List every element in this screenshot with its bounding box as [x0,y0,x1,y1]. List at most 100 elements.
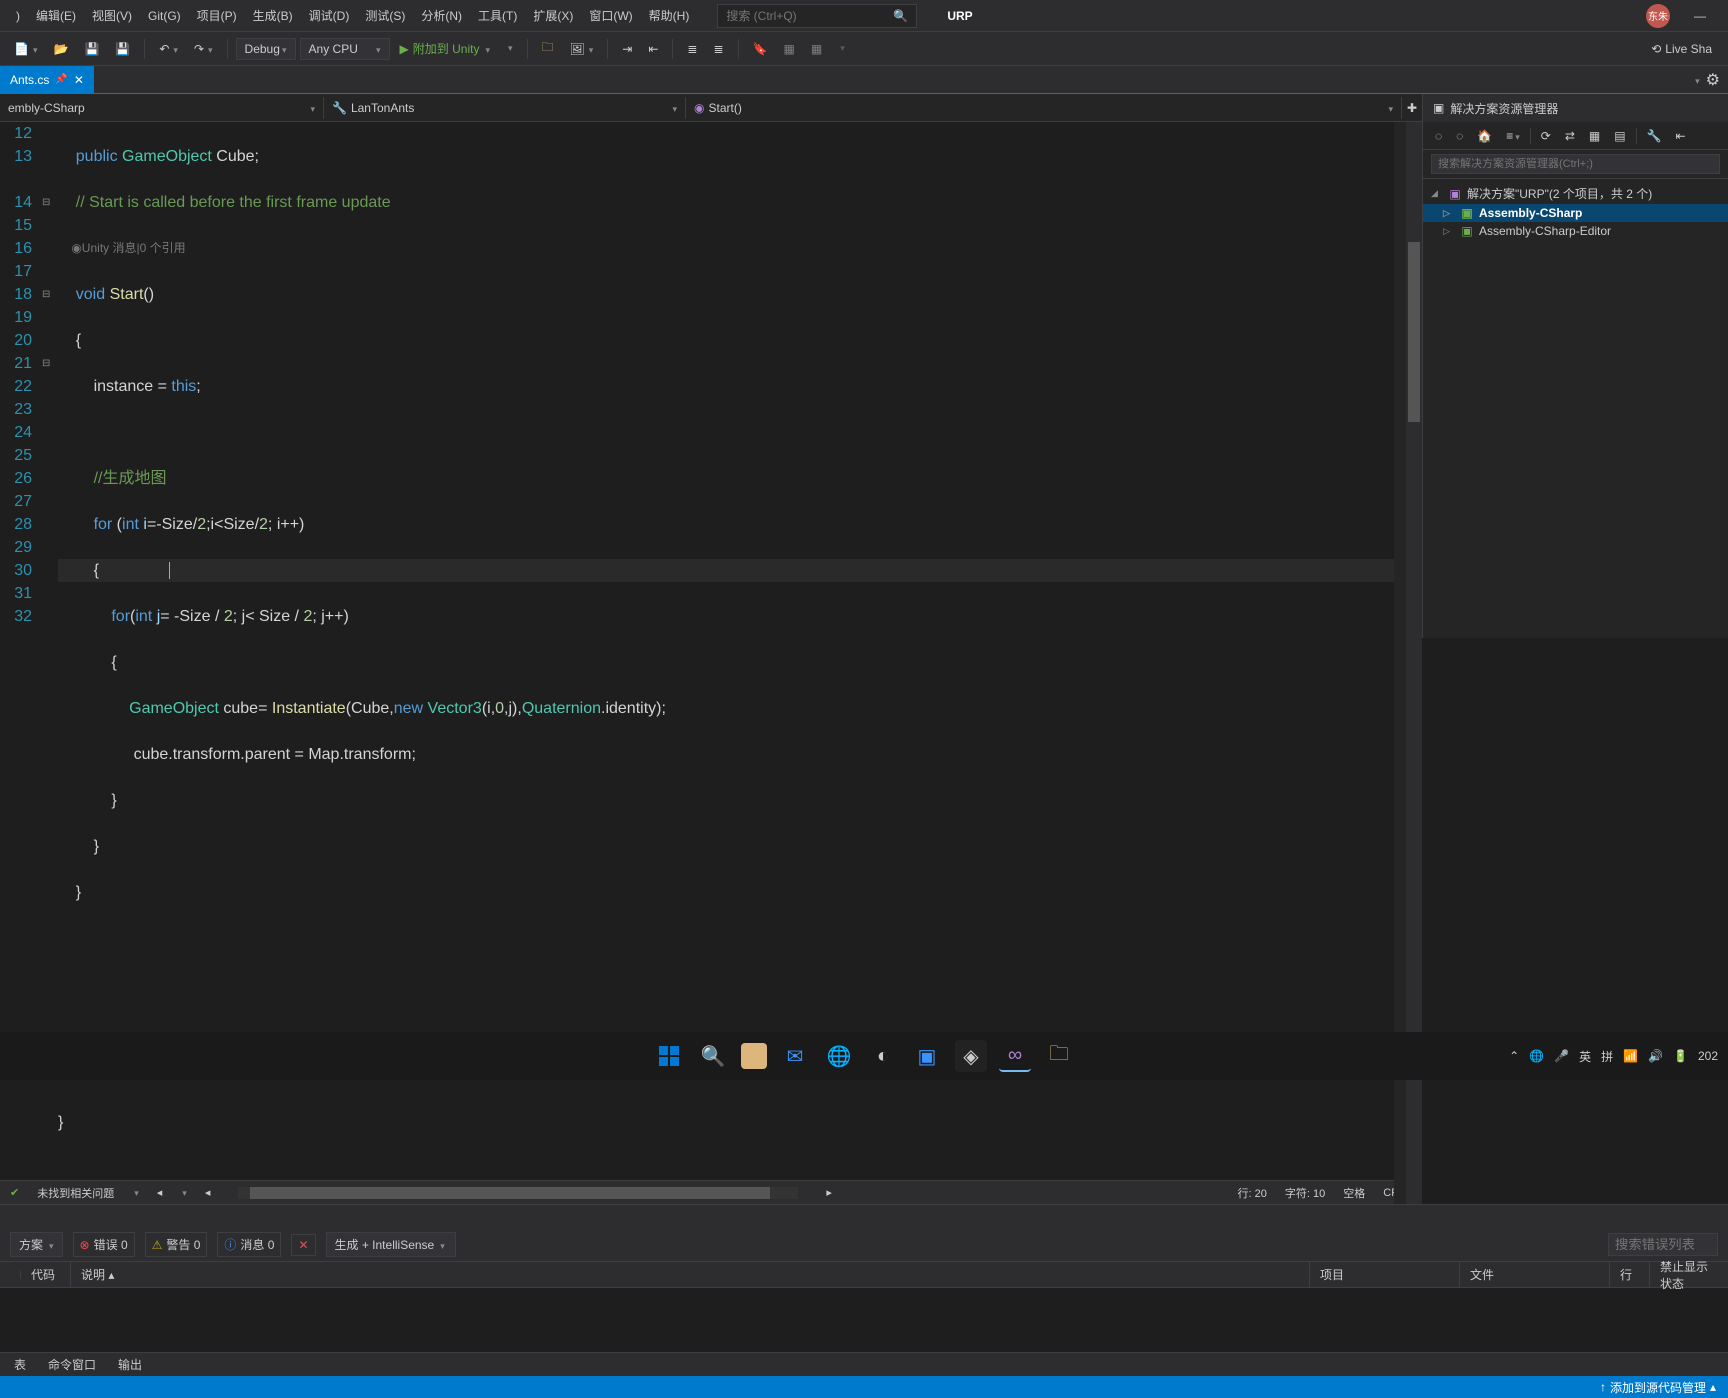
taskbar-explorer[interactable]: 🗀 [1043,1040,1075,1072]
back-button[interactable]: ◌ [1431,127,1446,145]
menu-test[interactable]: 测试(S) [357,3,413,28]
taskbar-visual-studio[interactable]: ∞ [999,1040,1031,1072]
menu-partial[interactable]: ) [8,5,28,27]
tray-volume-icon[interactable]: 🔊 [1648,1049,1663,1063]
window-minimize-button[interactable]: — [1680,0,1720,32]
collapse-button[interactable]: ⇤ [1672,127,1690,145]
folder-button[interactable]: 🗀 [536,34,560,63]
refresh-button[interactable]: ⟳ [1537,127,1555,145]
class-dropdown[interactable]: 🔧LanTonAnts [324,97,686,119]
project-item[interactable]: ▷▣ Assembly-CSharp [1423,204,1728,222]
tray-wifi-icon[interactable]: 📶 [1623,1049,1638,1063]
step-button-2[interactable]: ⇤ [642,38,664,60]
properties-button[interactable]: ▤ [1610,127,1629,145]
global-search[interactable]: 🔍 [717,4,917,28]
pin-icon[interactable]: 📌 [55,74,67,85]
file-tab[interactable]: Ants.cs 📌 ✕ [0,66,94,93]
sync-button[interactable]: ⇄ [1561,127,1579,145]
search-button[interactable]: 🔍 [697,1040,729,1072]
menu-analyze[interactable]: 分析(N) [413,3,470,28]
error-list-resize-handle[interactable] [0,1204,1728,1228]
col-line[interactable]: 行 [1610,1262,1650,1287]
col-suppress[interactable]: 禁止显示状态 [1650,1254,1728,1296]
menu-build[interactable]: 生成(B) [245,3,301,28]
taskbar-app-2[interactable]: ▣ [911,1040,943,1072]
show-all-button[interactable]: ▦ [1585,127,1604,145]
menu-project[interactable]: 项目(P) [189,3,245,28]
tab-settings-button[interactable]: ⚙ [1706,70,1720,90]
assembly-dropdown[interactable]: embly-CSharp [0,97,324,119]
scroll-left[interactable]: ◂ [205,1186,211,1199]
code-content[interactable]: public GameObject Cube; // Start is call… [58,122,1422,1180]
live-share-button[interactable]: ⟲ Live Sha [1643,38,1720,60]
scroll-right[interactable]: ▸ [826,1186,832,1199]
col-project[interactable]: 项目 [1310,1262,1460,1287]
warning-filter[interactable]: ⚠警告 0 [145,1232,208,1257]
taskbar-mail[interactable]: ✉ [779,1040,811,1072]
col-desc[interactable]: 说明 ▴ [71,1262,1310,1287]
line-indicator[interactable]: 行: 20 [1238,1185,1267,1201]
col-file[interactable]: 文件 [1460,1262,1610,1287]
menu-tools[interactable]: 工具(T) [470,3,525,28]
home-button[interactable]: 🏠 [1473,127,1496,145]
source-control-button[interactable]: ↑ 添加到源代码管理 ▴ [1600,1379,1716,1396]
menu-help[interactable]: 帮助(H) [641,3,698,28]
taskbar-unity[interactable]: ◈ [955,1040,987,1072]
issues-dropdown[interactable] [132,1187,139,1199]
tray-battery-icon[interactable]: 🔋 [1673,1049,1688,1063]
horizontal-scrollbar[interactable] [238,1187,798,1199]
indent-indicator[interactable]: 空格 [1343,1185,1365,1201]
tab-dropdown-button[interactable] [1693,71,1700,89]
menu-window[interactable]: 窗口(W) [581,3,640,28]
attach-unity-button[interactable]: ▶ 附加到 Unity [394,36,496,61]
image-button[interactable]: 🖼 [564,38,600,60]
open-file-button[interactable]: 📂 [47,38,74,60]
bookmark-button[interactable]: 🔖 [747,38,774,60]
platform-dropdown[interactable]: Any CPU [300,38,390,60]
menu-git[interactable]: Git(G) [140,5,189,27]
method-dropdown[interactable]: ◉Start() [686,97,1402,119]
view-dropdown[interactable]: ≡ [1502,127,1524,145]
comment-button[interactable]: ▦ [778,38,801,60]
solution-root[interactable]: ◢▣ 解决方案"URP"(2 个项目，共 2 个) [1423,183,1728,204]
start-button[interactable] [653,1040,685,1072]
new-item-button[interactable]: 📄 [8,38,43,60]
solution-search-input[interactable] [1431,154,1720,174]
col-code[interactable]: 代码 [21,1262,71,1287]
tab-command-window[interactable]: 命令窗口 [38,1352,106,1377]
col-indicator[interactable]: 字符: 10 [1285,1185,1325,1201]
user-avatar[interactable]: 东朱 [1646,4,1670,28]
tray-clock[interactable]: 202 [1698,1049,1718,1063]
indent-button[interactable]: ≣ [681,38,703,60]
outdent-button[interactable]: ≣ [707,38,729,60]
global-search-input[interactable] [726,9,886,23]
col-icon[interactable] [0,1271,21,1279]
tab-output[interactable]: 输出 [108,1352,152,1377]
menu-extensions[interactable]: 扩展(X) [525,3,581,28]
close-tab-button[interactable]: ✕ [74,73,84,87]
overflow-1[interactable] [500,39,519,58]
config-dropdown[interactable]: Debug [236,38,296,60]
uncomment-button[interactable]: ▦ [805,38,828,60]
redo-button[interactable]: ↷ [188,38,219,60]
nav-back[interactable]: ◂ [157,1186,163,1199]
project-item[interactable]: ▷▣ Assembly-CSharp-Editor [1423,222,1728,240]
error-filter[interactable]: ⊗错误 0 [73,1232,135,1257]
tab-output-1[interactable]: 表 [4,1352,36,1377]
step-button-1[interactable]: ⇥ [616,38,638,60]
message-filter[interactable]: ⓘ消息 0 [217,1232,281,1257]
forward-button[interactable]: ◌ [1452,127,1467,145]
save-button[interactable]: 💾 [78,38,105,60]
scope-dropdown[interactable]: 方案 [10,1232,63,1257]
taskbar-steam[interactable]: ◐ [867,1040,899,1072]
tray-icon-1[interactable]: ⌃ [1509,1049,1519,1063]
undo-button[interactable]: ↶ [153,38,184,60]
nav-dropdown[interactable] [180,1187,187,1199]
taskbar-app-1[interactable] [741,1043,767,1069]
fold-gutter[interactable]: ⊟ ⊟ ⊟ [40,122,58,1180]
menu-view[interactable]: 视图(V) [84,3,140,28]
clear-button[interactable]: ✕ [291,1234,315,1256]
ime-lang-2[interactable]: 拼 [1601,1048,1613,1065]
menu-debug[interactable]: 调试(D) [301,3,358,28]
wrench-button[interactable]: 🔧 [1643,127,1666,145]
